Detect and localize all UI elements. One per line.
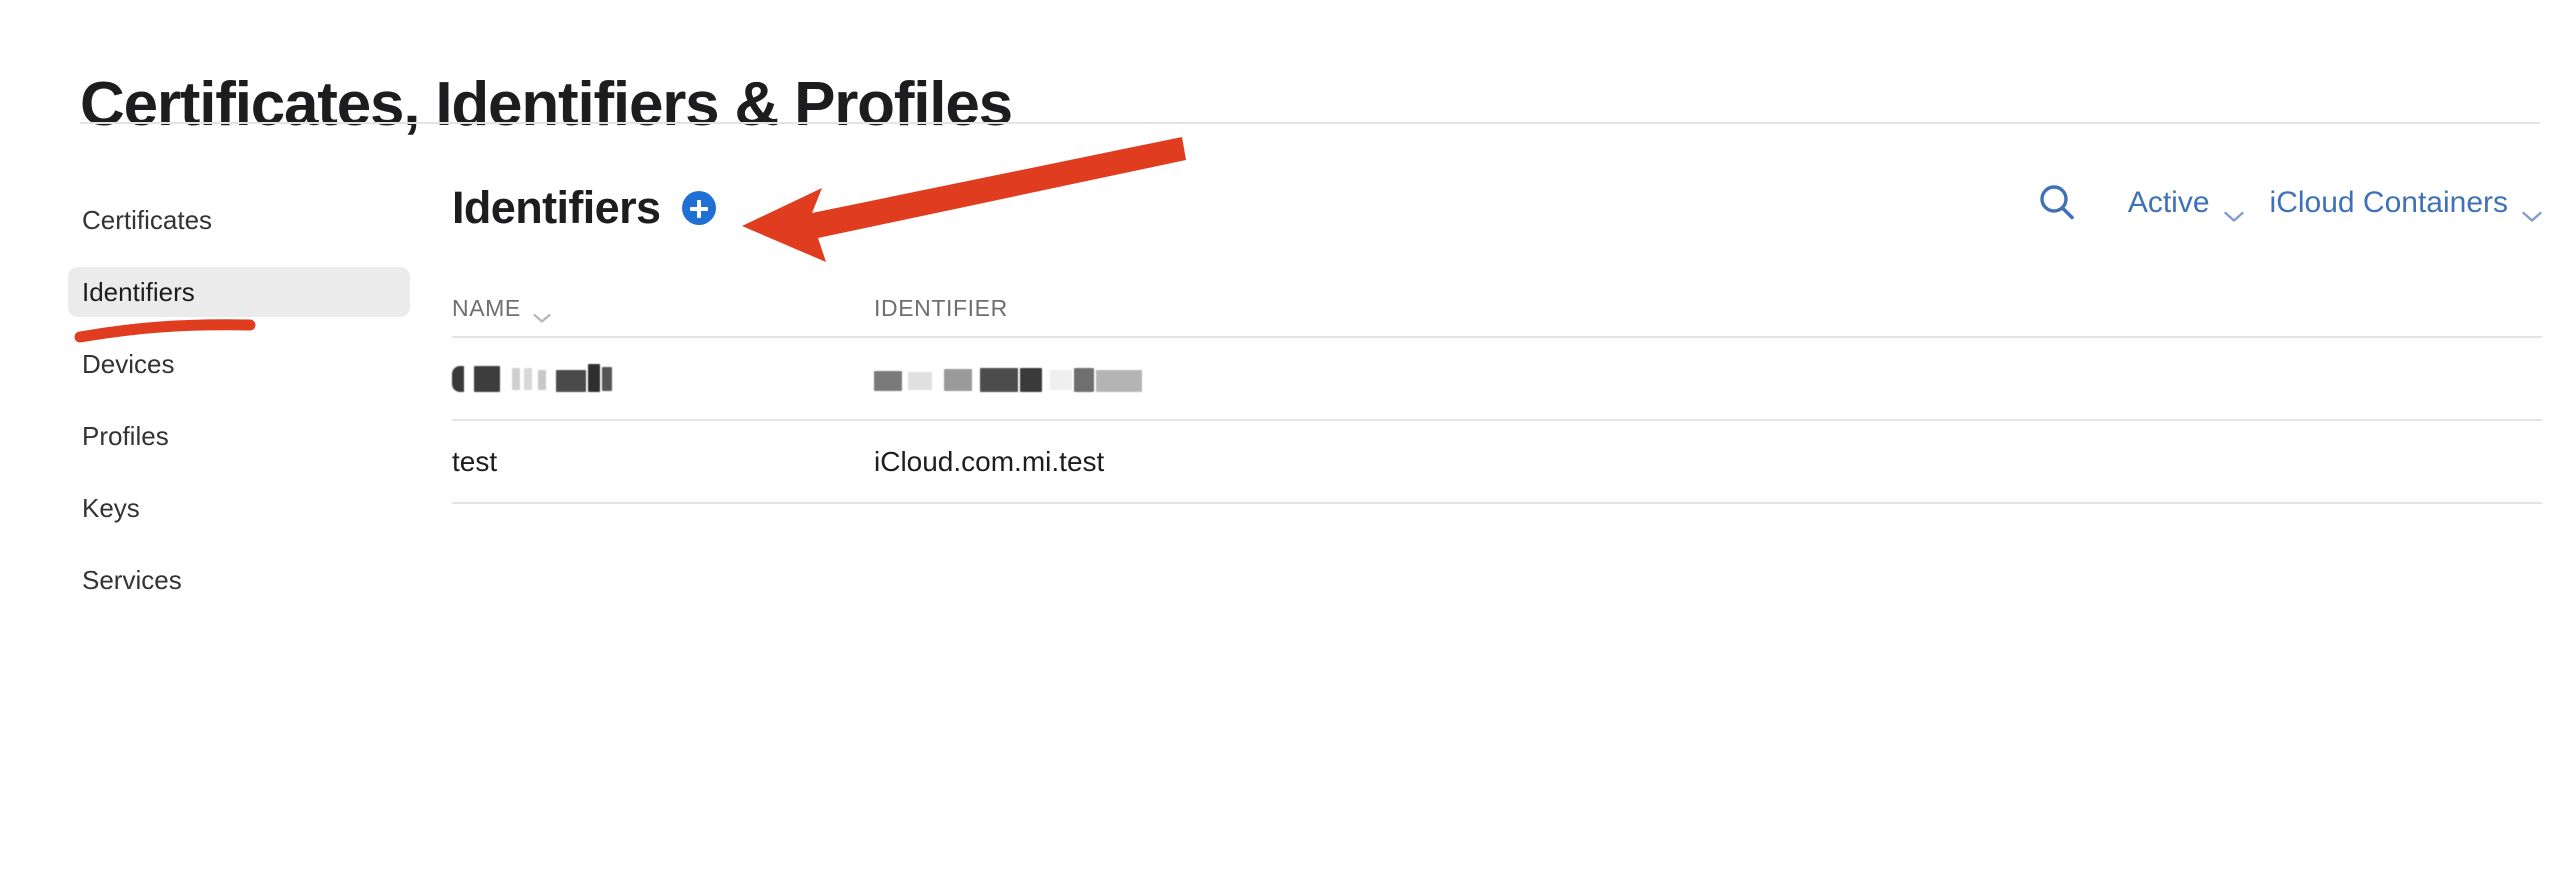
chevron-down-icon [533,303,551,323]
status-filter-dropdown[interactable]: Active [2127,186,2244,222]
sidebar-item-services[interactable]: Services [68,555,410,605]
column-header-name[interactable]: NAME [452,294,874,323]
sidebar-item-label: Certificates [82,204,213,235]
sidebar-item-label: Devices [82,348,175,379]
sidebar: Certificates Identifiers Devices Profile… [0,195,420,627]
sidebar-item-keys[interactable]: Keys [68,483,410,533]
column-header-identifier: IDENTIFIER [874,295,2542,322]
app-root: Certificates, Identifiers & Profiles Cer… [0,0,2568,894]
identifiers-table: NAME IDENTIFIER test iCloud.com.mi.test [452,280,2542,504]
sidebar-item-label: Profiles [82,420,169,451]
column-header-name-label: NAME [452,294,521,321]
table-header-row: NAME IDENTIFIER [452,280,2542,338]
sidebar-item-label: Keys [82,492,140,523]
cell-name [452,361,874,396]
sidebar-item-label: Services [82,564,182,595]
sidebar-item-profiles[interactable]: Profiles [68,411,410,461]
redacted-identifier [874,362,1154,396]
section-header: Identifiers Active iCloud Containers [452,178,2542,238]
page-title: Certificates, Identifiers & Profiles [80,69,1013,139]
status-filter-label: Active [2127,186,2210,219]
search-icon[interactable] [2034,180,2080,226]
sidebar-item-identifiers[interactable]: Identifiers [68,267,410,317]
redacted-name [452,362,652,396]
cell-identifier: iCloud.com.mi.test [874,445,1105,477]
main-content: Identifiers Active iCloud Containers NAM… [452,178,2542,504]
cell-identifier [874,361,2542,396]
title-divider [80,122,2540,124]
header-tools: Active iCloud Containers [2034,180,2542,226]
type-filter-dropdown[interactable]: iCloud Containers [2269,186,2542,222]
chevron-down-icon [2522,197,2542,222]
table-row[interactable]: test iCloud.com.mi.test [452,421,2542,504]
section-title: Identifiers [452,182,661,233]
sidebar-item-label: Identifiers [82,276,195,307]
chevron-down-icon [2223,197,2244,222]
cell-name: test [452,445,498,477]
sidebar-item-devices[interactable]: Devices [68,339,410,389]
sidebar-item-certificates[interactable]: Certificates [68,195,410,245]
add-identifier-button[interactable] [682,191,717,225]
type-filter-label: iCloud Containers [2269,186,2508,219]
column-header-identifier-label: IDENTIFIER [874,294,1008,321]
table-row[interactable] [452,338,2542,421]
